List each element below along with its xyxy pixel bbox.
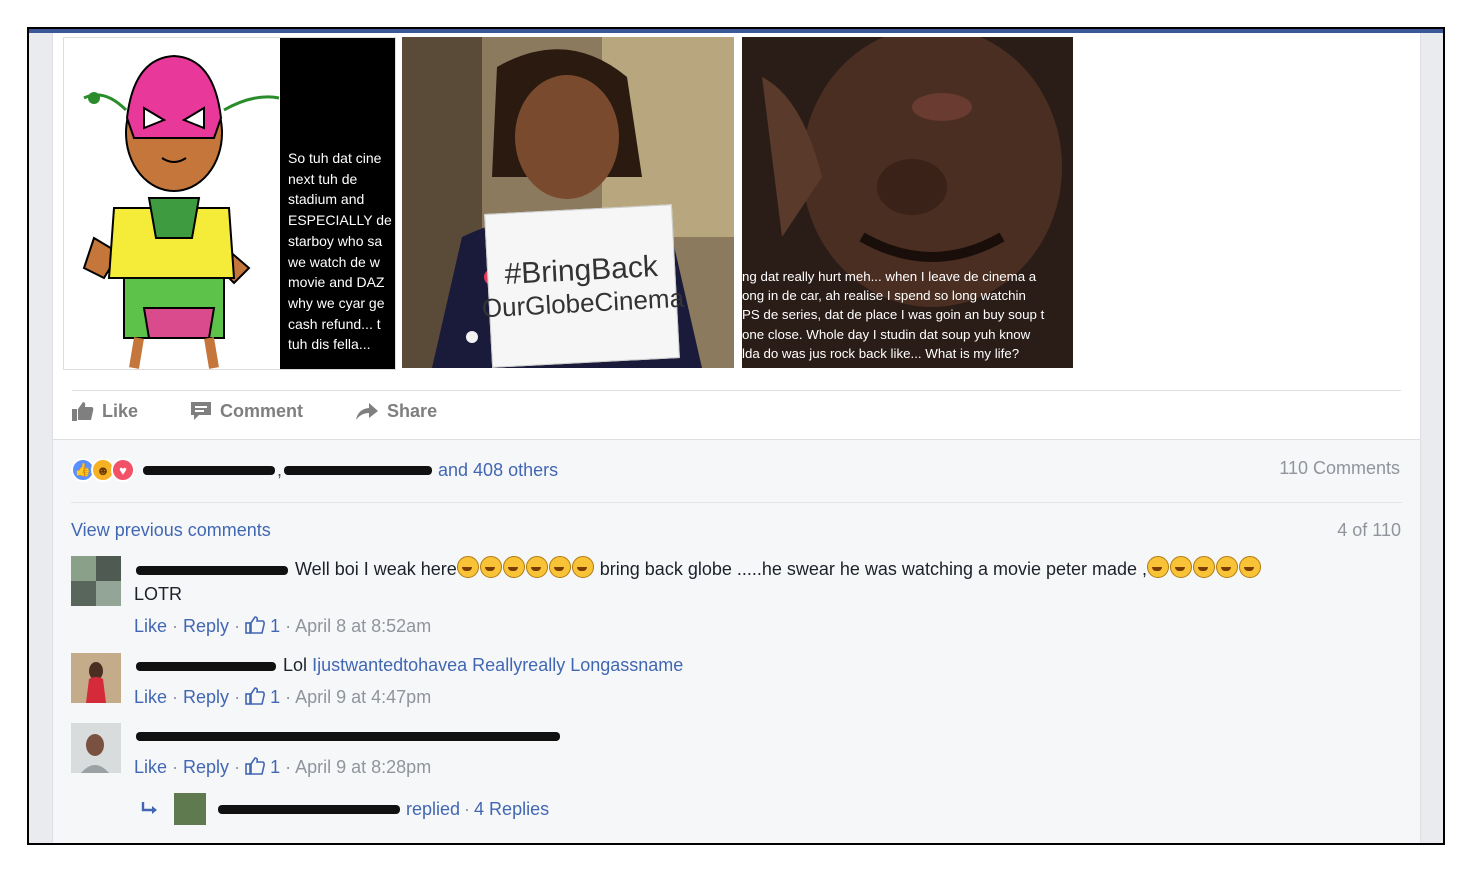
- redacted-commenter-names[interactable]: [136, 731, 560, 741]
- comment-item: Well boi I weak here bring back globe ..…: [71, 556, 1391, 646]
- commenter-avatar[interactable]: [71, 723, 121, 773]
- comment-item: Lol Ijustwantedtohavea Reallyreally Long…: [71, 653, 1391, 713]
- comment-text-line2: LOTR: [134, 584, 183, 604]
- comment-body: Like · Reply · 1 · April 9 at 8:28pm: [134, 723, 1391, 780]
- tagged-name-link[interactable]: Ijustwantedtohavea Reallyreally Longassn…: [312, 655, 683, 675]
- comment-icon: [191, 402, 212, 420]
- share-arrow-icon: [356, 403, 379, 420]
- love-reaction-icon: ♥: [111, 458, 135, 482]
- comment-timestamp[interactable]: April 9 at 8:28pm: [295, 757, 431, 777]
- replies-count-link[interactable]: 4 Replies: [474, 799, 549, 820]
- comment-likes-number: 1: [270, 616, 281, 636]
- comment-timestamp[interactable]: April 8 at 8:52am: [295, 616, 431, 636]
- like-label: Like: [102, 400, 139, 421]
- comment-likes-number: 1: [270, 687, 281, 707]
- replied-label: replied: [406, 798, 461, 819]
- thumbs-up-outline-icon: [245, 687, 265, 705]
- comment-reply-link[interactable]: Reply: [183, 616, 229, 636]
- reply-avatar: [174, 793, 206, 825]
- screenshot-frame: So tuh dat cine next tuh de stadium and …: [27, 27, 1445, 845]
- comment-text: Lol: [283, 655, 308, 675]
- thumbs-up-outline-icon: [245, 757, 265, 775]
- reactions-summary[interactable]: 👍 ☻ ♥ , and 408 others: [71, 458, 558, 482]
- comment-meta: Like · Reply · 1 · April 9 at 8:28pm: [134, 757, 432, 777]
- thumbs-up-icon: [72, 402, 94, 421]
- comment-meta: Like · Reply · 1 · April 8 at 8:52am: [134, 616, 432, 636]
- redacted-name: [284, 465, 433, 475]
- thumbs-up-outline-icon: [245, 616, 265, 634]
- photo-cartoon[interactable]: So tuh dat cine next tuh de stadium and …: [63, 37, 396, 370]
- redacted-commenter-name[interactable]: [136, 565, 288, 575]
- comment-likes-count[interactable]: 1: [245, 757, 280, 777]
- commenter-avatar[interactable]: [71, 556, 121, 606]
- redacted-commenter-name[interactable]: [136, 661, 276, 671]
- comment-button[interactable]: Comment: [190, 401, 303, 422]
- share-button[interactable]: Share: [355, 401, 437, 422]
- avatar-person-image: [71, 723, 121, 773]
- comment-timestamp[interactable]: April 9 at 4:47pm: [295, 687, 431, 707]
- photo-caption-text: So tuh dat cine next tuh de stadium and …: [288, 150, 392, 353]
- like-button[interactable]: Like: [72, 401, 138, 422]
- comments-shown-count: 4 of 110: [1337, 520, 1401, 540]
- comments-section: 👍 ☻ ♥ , and 408 others 110 Comments View…: [53, 439, 1420, 843]
- redacted-name: [143, 465, 275, 475]
- post-actions-bar: Like Comment Share: [72, 391, 489, 431]
- reply-thread-link[interactable]: replied · 4 Replies: [140, 793, 549, 825]
- comment-like-link[interactable]: Like: [134, 616, 167, 636]
- comment-text-part2: bring back globe .....he swear he was wa…: [594, 559, 1148, 579]
- photo-caption-text: ng dat really hurt meh... when I leave d…: [742, 269, 1045, 361]
- photo-crying-man[interactable]: ng dat really hurt meh... when I leave d…: [742, 37, 1073, 368]
- comment-body: Well boi I weak here bring back globe ..…: [134, 556, 1391, 639]
- comment-text-part1: Well boi I weak here: [295, 559, 457, 579]
- comment-body: Lol Ijustwantedtohavea Reallyreally Long…: [134, 653, 1391, 710]
- comment-like-link[interactable]: Like: [134, 757, 167, 777]
- avatar-collage-image: [71, 556, 121, 606]
- comments-count-link[interactable]: 110 Comments: [1279, 458, 1400, 479]
- redacted-replier-name: [218, 804, 400, 814]
- comment-reply-link[interactable]: Reply: [183, 757, 229, 777]
- divider: [71, 502, 1402, 503]
- reactions-others-link[interactable]: and 408 others: [438, 460, 558, 481]
- photo-sign-holder[interactable]: #BringBack OurGlobeCinema: [402, 37, 734, 368]
- view-previous-comments-link[interactable]: View previous comments: [71, 520, 271, 541]
- cartoon-character-illustration: [82, 54, 280, 369]
- comment-likes-number: 1: [270, 757, 281, 777]
- comment-label: Comment: [220, 400, 304, 421]
- hashtag-sign: #BringBack OurGlobeCinema: [481, 204, 685, 368]
- avatar-person-image: [71, 653, 121, 703]
- laughing-emoji-icons: [456, 556, 595, 579]
- comment-item: Like · Reply · 1 · April 9 at 8:28pm: [71, 723, 1391, 783]
- comment-reply-link[interactable]: Reply: [183, 687, 229, 707]
- comment-like-link[interactable]: Like: [134, 687, 167, 707]
- comment-meta: Like · Reply · 1 · April 9 at 4:47pm: [134, 687, 432, 707]
- share-label: Share: [387, 400, 438, 421]
- comment-likes-count[interactable]: 1: [245, 687, 280, 707]
- post-card: So tuh dat cine next tuh de stadium and …: [52, 33, 1421, 843]
- commenter-avatar[interactable]: [71, 653, 121, 703]
- laughing-emoji-icons: [1147, 556, 1262, 579]
- comment-likes-count[interactable]: 1: [245, 616, 280, 636]
- reply-arrow-icon: [141, 802, 157, 814]
